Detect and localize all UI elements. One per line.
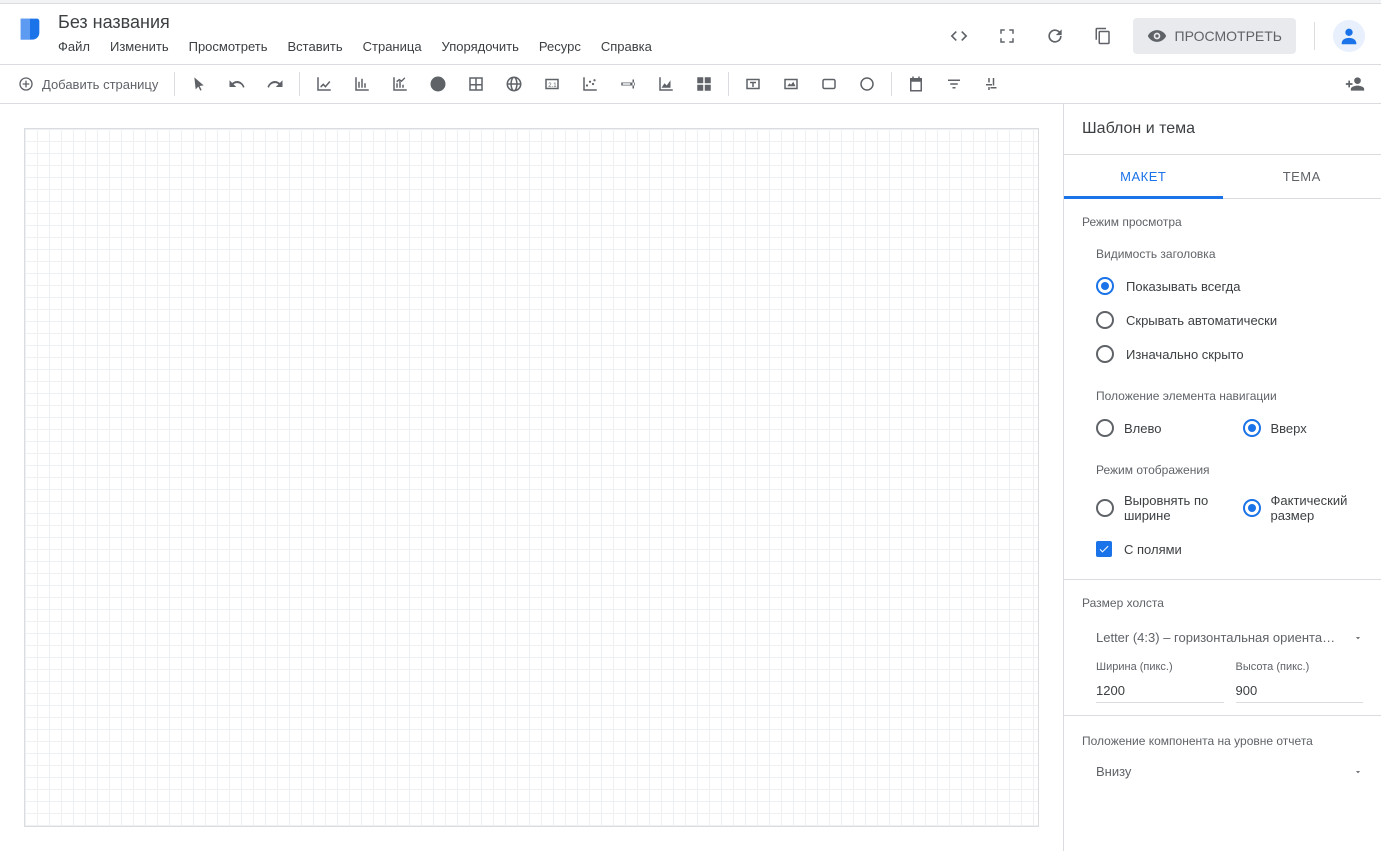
component-position-dropdown[interactable]: Внизу [1096, 764, 1363, 779]
radio-actual-size[interactable]: Фактический размер [1235, 485, 1381, 531]
checkbox-margins[interactable]: С полями [1064, 531, 1381, 567]
radio-label: Показывать всегда [1126, 279, 1240, 294]
header-visibility-title: Видимость заголовка [1064, 237, 1381, 269]
selection-tool-icon[interactable] [183, 68, 215, 100]
component-position-title: Положение компонента на уровне отчета [1064, 718, 1381, 756]
doc-title[interactable]: Без названия [58, 12, 652, 33]
data-control-icon[interactable] [976, 68, 1008, 100]
geo-chart-icon[interactable] [498, 68, 530, 100]
undo-icon[interactable] [221, 68, 253, 100]
panel-title: Шаблон и тема [1064, 104, 1381, 155]
combo-chart-icon[interactable] [384, 68, 416, 100]
radio-nav-left[interactable]: Влево [1064, 411, 1235, 445]
menu-edit[interactable]: Изменить [110, 39, 169, 54]
menu-bar: Файл Изменить Просмотреть Вставить Стран… [58, 39, 652, 54]
checkbox-label: С полями [1124, 542, 1182, 557]
height-label: Высота (пикс.) [1236, 661, 1364, 673]
side-panel: Шаблон и тема МАКЕТ ТЕМА Режим просмотра… [1063, 104, 1381, 851]
add-page-label: Добавить страницу [42, 77, 158, 92]
menu-arrange[interactable]: Упорядочить [442, 39, 519, 54]
radio-icon [1096, 419, 1114, 437]
radio-header-autohide[interactable]: Скрывать автоматически [1064, 303, 1381, 337]
divider [891, 72, 892, 96]
scorecard-icon[interactable]: 2.1 [536, 68, 568, 100]
radio-nav-top[interactable]: Вверх [1235, 411, 1381, 445]
menu-file[interactable]: Файл [58, 39, 90, 54]
radio-icon [1243, 419, 1261, 437]
menu-page[interactable]: Страница [363, 39, 422, 54]
tab-theme[interactable]: ТЕМА [1223, 155, 1381, 199]
circle-icon[interactable] [851, 68, 883, 100]
chevron-down-icon [1353, 767, 1363, 777]
pie-chart-icon[interactable] [422, 68, 454, 100]
radio-icon [1096, 499, 1114, 517]
radio-icon [1096, 345, 1114, 363]
menu-resource[interactable]: Ресурс [539, 39, 581, 54]
radio-fit-width[interactable]: Выровнять по ширине [1064, 485, 1235, 531]
radio-label: Фактический размер [1271, 493, 1374, 523]
app-logo-icon [16, 12, 58, 45]
eye-icon [1147, 26, 1167, 46]
divider [1314, 22, 1315, 50]
bar-chart-icon[interactable] [346, 68, 378, 100]
radio-label: Влево [1124, 421, 1161, 436]
bullet-chart-icon[interactable] [612, 68, 644, 100]
section-view-mode-title: Режим просмотра [1064, 199, 1381, 237]
date-range-icon[interactable] [900, 68, 932, 100]
line-chart-icon[interactable] [308, 68, 340, 100]
embed-icon[interactable] [941, 18, 977, 54]
menu-help[interactable]: Справка [601, 39, 652, 54]
radio-label: Вверх [1271, 421, 1307, 436]
add-page-button[interactable]: Добавить страницу [10, 70, 166, 98]
width-input[interactable] [1096, 679, 1224, 703]
scatter-chart-icon[interactable] [574, 68, 606, 100]
redo-icon[interactable] [259, 68, 291, 100]
checkbox-icon [1096, 541, 1112, 557]
table-icon[interactable] [460, 68, 492, 100]
copy-icon[interactable] [1085, 18, 1121, 54]
plus-circle-icon [18, 76, 34, 92]
divider [728, 72, 729, 96]
chevron-down-icon [1353, 633, 1363, 643]
divider [174, 72, 175, 96]
user-avatar[interactable] [1333, 20, 1365, 52]
area-chart-icon[interactable] [650, 68, 682, 100]
dropdown-value: Внизу [1096, 764, 1131, 779]
height-input[interactable] [1236, 679, 1364, 703]
radio-icon [1096, 311, 1114, 329]
toolbar: Добавить страницу 2.1 [0, 64, 1381, 104]
radio-header-hidden[interactable]: Изначально скрыто [1064, 337, 1381, 371]
radio-header-always[interactable]: Показывать всегда [1064, 269, 1381, 303]
radio-icon [1096, 277, 1114, 295]
svg-text:2.1: 2.1 [549, 83, 558, 89]
nav-position-title: Положение элемента навигации [1064, 371, 1381, 411]
menu-insert[interactable]: Вставить [288, 39, 343, 54]
report-canvas[interactable] [24, 128, 1039, 827]
radio-icon [1243, 499, 1261, 517]
canvas-size-title: Размер холста [1064, 580, 1381, 618]
radio-label: Изначально скрыто [1126, 347, 1244, 362]
radio-label: Скрывать автоматически [1126, 313, 1277, 328]
radio-label: Выровнять по ширине [1124, 493, 1227, 523]
menu-view[interactable]: Просмотреть [189, 39, 268, 54]
fullscreen-icon[interactable] [989, 18, 1025, 54]
canvas-size-preset-dropdown[interactable]: Letter (4:3) – горизонтальная ориента… [1096, 630, 1363, 645]
rectangle-icon[interactable] [813, 68, 845, 100]
text-box-icon[interactable] [737, 68, 769, 100]
pivot-table-icon[interactable] [688, 68, 720, 100]
filter-icon[interactable] [938, 68, 970, 100]
preview-button-label: ПРОСМОТРЕТЬ [1175, 28, 1282, 44]
report-canvas-area[interactable] [0, 104, 1063, 851]
app-header: Без названия Файл Изменить Просмотреть В… [0, 4, 1381, 64]
tab-layout[interactable]: МАКЕТ [1064, 155, 1223, 199]
preview-button[interactable]: ПРОСМОТРЕТЬ [1133, 18, 1296, 54]
dropdown-value: Letter (4:3) – горизонтальная ориента… [1096, 630, 1353, 645]
refresh-icon[interactable] [1037, 18, 1073, 54]
divider [299, 72, 300, 96]
display-mode-title: Режим отображения [1064, 445, 1381, 485]
width-label: Ширина (пикс.) [1096, 661, 1224, 673]
image-icon[interactable] [775, 68, 807, 100]
add-people-icon[interactable] [1339, 68, 1371, 100]
